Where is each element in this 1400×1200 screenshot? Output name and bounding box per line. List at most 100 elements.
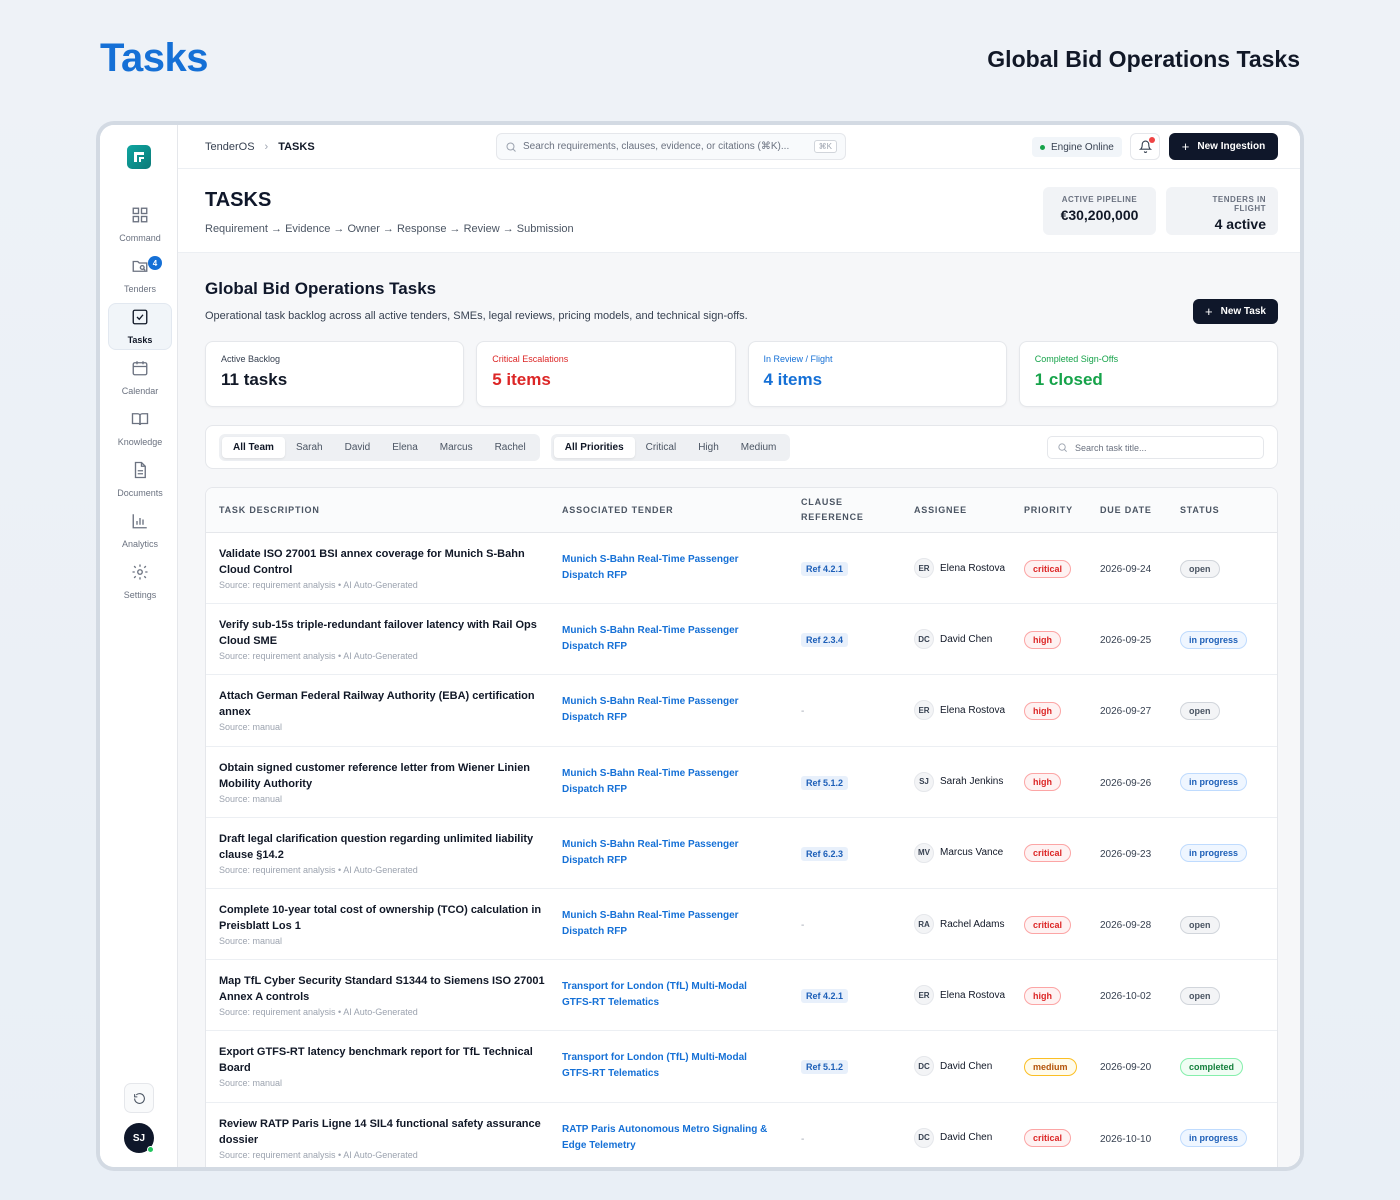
- sidebar-item-analytics[interactable]: Analytics: [108, 507, 172, 554]
- task-title[interactable]: Map TfL Cyber Security Standard S1344 to…: [219, 973, 549, 1005]
- plus-icon: +: [1181, 139, 1190, 154]
- column-header[interactable]: DUE DATE: [1100, 505, 1180, 515]
- team-filter-rachel[interactable]: Rachel: [484, 437, 537, 458]
- column-header[interactable]: STATUS: [1180, 505, 1277, 515]
- notifications-button[interactable]: [1130, 133, 1160, 160]
- task-title[interactable]: Review RATP Paris Ligne 14 SIL4 function…: [219, 1116, 549, 1148]
- tender-link[interactable]: Munich S-Bahn Real-Time Passenger Dispat…: [562, 908, 777, 940]
- global-search-input[interactable]: Search requirements, clauses, evidence, …: [496, 133, 846, 160]
- sidebar-item-tasks[interactable]: Tasks: [108, 303, 172, 350]
- team-filter-marcus[interactable]: Marcus: [429, 437, 484, 458]
- sidebar-item-documents[interactable]: Documents: [108, 456, 172, 503]
- column-header[interactable]: ASSOCIATED TENDER: [562, 505, 801, 515]
- priority-cell: critical: [1024, 1128, 1100, 1148]
- table-row[interactable]: Review RATP Paris Ligne 14 SIL4 function…: [206, 1103, 1277, 1168]
- sidebar-item-tenders[interactable]: Tenders 4: [108, 252, 172, 299]
- team-filter-elena[interactable]: Elena: [381, 437, 429, 458]
- task-title[interactable]: Obtain signed customer reference letter …: [219, 760, 549, 792]
- tender-link[interactable]: Munich S-Bahn Real-Time Passenger Dispat…: [562, 552, 777, 584]
- task-cell: Draft legal clarification question regar…: [206, 831, 562, 875]
- kpi-label: TENDERS IN FLIGHT: [1212, 195, 1266, 213]
- new-ingestion-button[interactable]: + New Ingestion: [1169, 133, 1278, 160]
- tender-link[interactable]: Transport for London (TfL) Multi-Modal G…: [562, 1050, 777, 1082]
- status-badge[interactable]: in progress: [1180, 773, 1248, 792]
- priority-cell: medium: [1024, 1057, 1100, 1076]
- sidebar-item-command[interactable]: Command: [108, 201, 172, 248]
- clause-ref-badge[interactable]: Ref 6.2.3: [801, 846, 849, 861]
- status-badge[interactable]: open: [1180, 986, 1220, 1005]
- kpi-value: €30,200,000: [1060, 207, 1139, 223]
- table-row[interactable]: Map TfL Cyber Security Standard S1344 to…: [206, 960, 1277, 1032]
- table-row[interactable]: Draft legal clarification question regar…: [206, 818, 1277, 889]
- task-title[interactable]: Attach German Federal Railway Authority …: [219, 688, 549, 720]
- assignee-name: David Chen: [940, 633, 993, 645]
- task-cell: Review RATP Paris Ligne 14 SIL4 function…: [206, 1116, 562, 1160]
- task-title[interactable]: Validate ISO 27001 BSI annex coverage fo…: [219, 546, 549, 578]
- table-row[interactable]: Obtain signed customer reference letter …: [206, 747, 1277, 818]
- priority-filter-critical[interactable]: Critical: [635, 437, 688, 458]
- user-avatar[interactable]: SJ: [124, 1123, 154, 1153]
- online-indicator: [147, 1146, 154, 1153]
- tender-link[interactable]: Munich S-Bahn Real-Time Passenger Dispat…: [562, 623, 777, 655]
- sidebar-item-label: Tasks: [127, 335, 153, 345]
- task-title[interactable]: Verify sub-15s triple-redundant failover…: [219, 617, 549, 649]
- refresh-button[interactable]: [124, 1083, 154, 1113]
- priority-filter-medium[interactable]: Medium: [730, 437, 788, 458]
- status-badge[interactable]: in progress: [1180, 844, 1248, 863]
- status-badge[interactable]: in progress: [1180, 1129, 1248, 1148]
- assignee-cell: MV Marcus Vance: [914, 842, 1024, 863]
- clause-cell: Ref 4.2.1: [801, 986, 914, 1004]
- status-cell: open: [1180, 986, 1277, 1005]
- clause-ref-badge[interactable]: Ref 4.2.1: [801, 989, 849, 1004]
- task-search-input[interactable]: Search task title...: [1047, 436, 1264, 459]
- clause-cell: Ref 5.1.2: [801, 1057, 914, 1075]
- column-header[interactable]: PRIORITY: [1024, 505, 1100, 515]
- assignee-avatar: RA: [914, 914, 934, 935]
- clause-ref-badge[interactable]: Ref 5.1.2: [801, 1060, 849, 1075]
- app-logo[interactable]: [127, 145, 151, 169]
- due-date: 2026-09-23: [1100, 848, 1152, 860]
- assignee-avatar: DC: [914, 1127, 934, 1148]
- table-row[interactable]: Export GTFS-RT latency benchmark report …: [206, 1031, 1277, 1103]
- assignee-cell: ER Elena Rostova: [914, 700, 1024, 721]
- tender-link[interactable]: RATP Paris Autonomous Metro Signaling & …: [562, 1122, 777, 1154]
- column-header[interactable]: ASSIGNEE: [914, 505, 1024, 515]
- status-cell: in progress: [1180, 630, 1277, 649]
- breadcrumb-root[interactable]: TenderOS: [205, 141, 255, 153]
- assignee-avatar: MV: [914, 842, 934, 863]
- tender-link[interactable]: Munich S-Bahn Real-Time Passenger Dispat…: [562, 837, 777, 869]
- stat-card: Completed Sign-Offs 1 closed: [1018, 341, 1278, 407]
- clause-ref-badge[interactable]: Ref 2.3.4: [801, 633, 849, 648]
- sidebar-item-calendar[interactable]: Calendar: [108, 354, 172, 401]
- task-cell: Obtain signed customer reference letter …: [206, 760, 562, 804]
- task-title[interactable]: Complete 10-year total cost of ownership…: [219, 902, 549, 934]
- table-row[interactable]: Complete 10-year total cost of ownership…: [206, 889, 1277, 961]
- status-badge[interactable]: in progress: [1180, 630, 1248, 649]
- column-header[interactable]: TASK DESCRIPTION: [206, 505, 562, 515]
- tender-link[interactable]: Transport for London (TfL) Multi-Modal G…: [562, 979, 777, 1011]
- priority-filter-all-priorities[interactable]: All Priorities: [553, 436, 635, 458]
- assignee-avatar: DC: [914, 1056, 934, 1077]
- tender-link[interactable]: Munich S-Bahn Real-Time Passenger Dispat…: [562, 694, 777, 726]
- table-row[interactable]: Attach German Federal Railway Authority …: [206, 675, 1277, 747]
- sidebar-item-knowledge[interactable]: Knowledge: [108, 405, 172, 452]
- clause-ref-badge[interactable]: Ref 5.1.2: [801, 775, 849, 790]
- task-title[interactable]: Export GTFS-RT latency benchmark report …: [219, 1044, 549, 1076]
- column-header[interactable]: CLAUSE REFERENCE: [801, 495, 914, 525]
- status-badge[interactable]: open: [1180, 701, 1220, 720]
- team-filter-david[interactable]: David: [334, 437, 382, 458]
- gear-icon: [131, 563, 149, 586]
- tender-link[interactable]: Munich S-Bahn Real-Time Passenger Dispat…: [562, 766, 777, 798]
- status-badge[interactable]: open: [1180, 559, 1220, 578]
- priority-filter-high[interactable]: High: [687, 437, 730, 458]
- team-filter-sarah[interactable]: Sarah: [285, 437, 334, 458]
- table-row[interactable]: Validate ISO 27001 BSI annex coverage fo…: [206, 533, 1277, 605]
- team-filter-all-team[interactable]: All Team: [222, 436, 285, 458]
- status-badge[interactable]: completed: [1180, 1057, 1244, 1076]
- clause-ref-badge[interactable]: Ref 4.2.1: [801, 562, 849, 577]
- sidebar-item-settings[interactable]: Settings: [108, 558, 172, 605]
- new-task-button[interactable]: + New Task: [1193, 299, 1278, 324]
- task-title[interactable]: Draft legal clarification question regar…: [219, 831, 549, 863]
- status-badge[interactable]: open: [1180, 915, 1220, 934]
- table-row[interactable]: Verify sub-15s triple-redundant failover…: [206, 604, 1277, 676]
